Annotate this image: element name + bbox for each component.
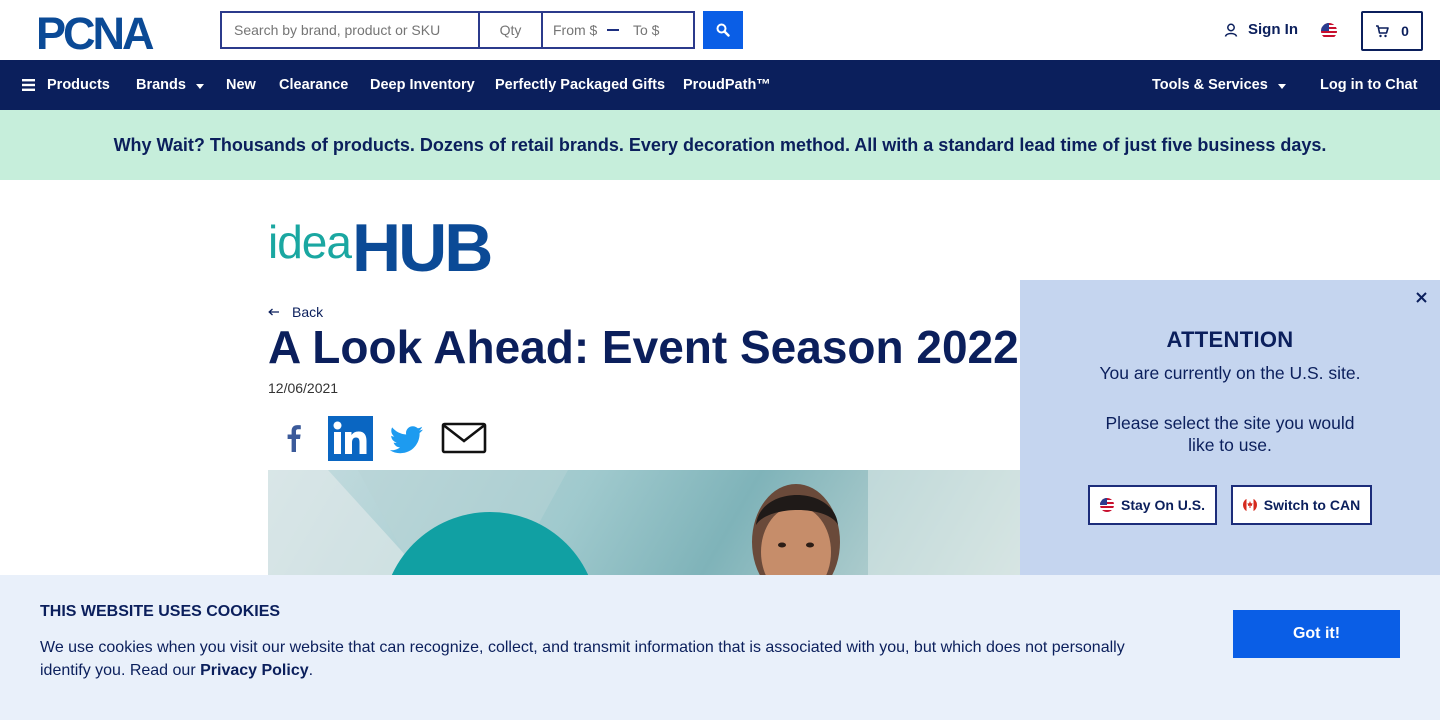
nav-tools-services[interactable]: Tools & Services xyxy=(1152,60,1286,110)
price-to-input[interactable] xyxy=(633,22,683,38)
nav-brands[interactable]: Brands xyxy=(136,60,204,110)
search-input[interactable] xyxy=(220,11,478,49)
chevron-down-icon xyxy=(1277,83,1286,89)
accept-cookies-button[interactable]: Got it! xyxy=(1233,610,1400,658)
chevron-down-icon xyxy=(195,83,204,89)
facebook-icon[interactable] xyxy=(282,416,306,460)
nav-clearance[interactable]: Clearance xyxy=(279,60,348,110)
arrow-left-icon xyxy=(268,308,279,316)
main-nav: Products Brands New Clearance Deep Inven… xyxy=(0,60,1440,110)
hamburger-icon xyxy=(22,79,35,91)
us-flag-icon xyxy=(1099,498,1114,512)
email-icon[interactable] xyxy=(441,416,487,460)
nav-tools-label: Tools & Services xyxy=(1152,77,1268,93)
nav-perfectly-packaged-gifts[interactable]: Perfectly Packaged Gifts xyxy=(495,60,665,110)
nav-products-label: Products xyxy=(47,77,110,93)
us-flag-icon[interactable] xyxy=(1321,23,1337,39)
cart-icon xyxy=(1376,24,1389,37)
article-date: 12/06/2021 xyxy=(268,380,339,396)
promo-banner: Why Wait? Thousands of products. Dozens … xyxy=(0,110,1440,180)
region-selector-modal: ATTENTION You are currently on the U.S. … xyxy=(1020,280,1440,580)
article-title: A Look Ahead: Event Season 2022 xyxy=(268,321,1019,373)
cart-button[interactable]: 0 xyxy=(1361,11,1423,51)
modal-select-site-text: Please select the site you would like to… xyxy=(1105,413,1355,455)
idea-hub-logo-light: idea xyxy=(268,216,352,268)
modal-title: ATTENTION xyxy=(1166,327,1294,352)
twitter-icon[interactable] xyxy=(389,416,425,460)
close-icon[interactable] xyxy=(1412,288,1430,306)
user-icon xyxy=(1224,23,1238,37)
nav-new[interactable]: New xyxy=(226,60,256,110)
cookie-text: We use cookies when you visit our websit… xyxy=(40,636,1160,682)
idea-hub-logo: idea HUB xyxy=(268,214,494,274)
price-range xyxy=(541,11,695,49)
sign-in-link[interactable]: Sign In xyxy=(1224,21,1298,38)
search-bar xyxy=(220,11,695,49)
nav-chat-login[interactable]: Log in to Chat xyxy=(1320,60,1417,110)
pcna-logo-text: PCNA xyxy=(36,12,154,52)
price-from-input[interactable] xyxy=(553,22,603,38)
search-button[interactable] xyxy=(703,11,743,49)
cookie-banner: THIS WEBSITE USES COOKIES We use cookies… xyxy=(0,575,1440,720)
nav-products[interactable]: Products xyxy=(22,60,110,110)
nav-brands-label: Brands xyxy=(136,77,186,93)
stay-on-us-label: Stay On U.S. xyxy=(1120,497,1206,513)
qty-input[interactable] xyxy=(478,11,541,49)
cart-count: 0 xyxy=(1401,23,1409,39)
back-label: Back xyxy=(292,304,324,320)
modal-current-site-text: You are currently on the U.S. site. xyxy=(1099,363,1361,383)
linkedin-icon[interactable] xyxy=(328,416,373,461)
switch-to-can-label: Switch to CAN xyxy=(1263,497,1361,513)
nav-proudpath[interactable]: ProudPath™ xyxy=(683,60,771,110)
back-link[interactable]: Back xyxy=(268,304,323,320)
sign-in-label: Sign In xyxy=(1248,21,1298,38)
price-range-dash xyxy=(607,29,619,31)
top-header: PCNA Sign In xyxy=(0,0,1440,60)
canada-flag-icon xyxy=(1242,498,1257,512)
nav-deep-inventory[interactable]: Deep Inventory xyxy=(370,60,475,110)
idea-hub-logo-bold: HUB xyxy=(352,214,491,274)
switch-to-can-button[interactable]: Switch to CAN xyxy=(1231,485,1372,525)
article-hero-image xyxy=(268,470,1028,580)
privacy-policy-link[interactable]: Privacy Policy xyxy=(200,662,309,679)
stay-on-us-button[interactable]: Stay On U.S. xyxy=(1088,485,1217,525)
promo-text: Why Wait? Thousands of products. Dozens … xyxy=(113,134,1327,155)
cookie-suffix: . xyxy=(308,662,314,679)
pcna-logo[interactable]: PCNA xyxy=(36,12,184,52)
cookie-title: THIS WEBSITE USES COOKIES xyxy=(40,603,281,620)
search-icon xyxy=(716,23,730,37)
